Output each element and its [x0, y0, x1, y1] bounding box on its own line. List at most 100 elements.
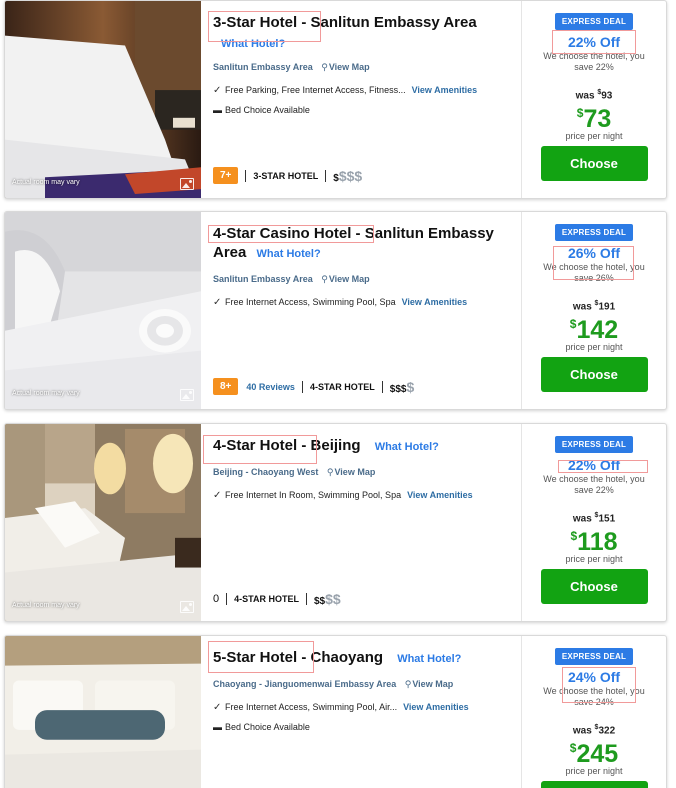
bed-icon: ▬ [213, 105, 222, 115]
hotel-title-text[interactable]: 4-Star Hotel - Beijing [213, 437, 361, 454]
save-text: save 22% [574, 62, 614, 72]
price-level-active: $$ [313, 596, 326, 607]
hotel-title[interactable]: 5-Star Hotel - Chaoyang What Hotel? [213, 648, 519, 669]
price-level-active: $ [333, 172, 339, 184]
bed-icon: ▬ [213, 722, 222, 732]
view-amenities-link[interactable]: View Amenities [407, 490, 473, 500]
room-photo-2 [5, 212, 201, 409]
check-icon: ✓ [213, 702, 222, 713]
view-map-link[interactable]: ⚲View Map [327, 467, 375, 477]
price-level-inactive: $$ [325, 591, 341, 607]
deal-price: $118 [522, 524, 666, 555]
hotel-photo[interactable]: Actual room may vary [5, 424, 201, 621]
bed-choice-text: Bed Choice Available [225, 722, 310, 732]
guest-score-badge: 8+ [213, 378, 239, 395]
view-amenities-link[interactable]: View Amenities [402, 297, 468, 307]
photo-caption: Actual room may vary [12, 602, 80, 609]
hotel-card[interactable]: Actual room may vary 3-Star Hotel - Sanl… [4, 0, 667, 199]
view-amenities-link[interactable]: View Amenities [412, 85, 478, 95]
what-hotel-link[interactable]: What Hotel? [375, 441, 439, 453]
photo-caption: Actual room may vary [12, 179, 80, 186]
room-photo-1 [5, 1, 201, 198]
what-hotel-link[interactable]: What Hotel? [221, 38, 285, 50]
hotel-title-text[interactable]: 5-Star Hotel - Chaoyang [213, 649, 383, 666]
gallery-icon[interactable] [180, 178, 194, 190]
view-map-label[interactable]: View Map [329, 274, 370, 284]
reviews-link[interactable]: 40 Reviews [246, 382, 295, 392]
original-price: was $93 [522, 89, 666, 101]
now-price: 73 [583, 105, 612, 134]
amenities-line: ✓ Free Internet Access, Swimming Pool, Sp… [213, 297, 519, 308]
star-rating-label: 4-STAR HOTEL [309, 381, 375, 392]
amenities-text: Free Internet In Room, Swimming Pool, Sp… [225, 490, 402, 500]
per-night-label: price per night [565, 766, 623, 777]
save-text: save 22% [574, 485, 614, 495]
choose-button[interactable]: Choose [540, 357, 648, 393]
choose-button[interactable]: Choose [540, 781, 648, 788]
hotel-card[interactable]: Actual room may vary 4-Star Casino Hotel… [4, 211, 667, 410]
view-map-link[interactable]: ⚲View Map [321, 62, 369, 72]
choose-button[interactable]: Choose [540, 146, 648, 182]
per-night-label: price per night [565, 342, 623, 353]
hotel-title[interactable]: 4-Star Casino Hotel - Sanlitun Embassy A… [213, 224, 519, 264]
choose-note: We choose the hotel, you save 26% [522, 262, 666, 284]
discount-label: 22% Off [567, 34, 621, 50]
view-map-link[interactable]: ⚲View Map [321, 274, 369, 284]
hotel-footer: 7+ 3-STAR HOTEL $$$$ [213, 167, 362, 184]
check-icon: ✓ [213, 297, 222, 308]
hotel-card[interactable]: Actual room may vary 4-Star Hotel - Beij… [4, 423, 667, 622]
location-text: Sanlitun Embassy Area [213, 274, 313, 284]
hotel-photo[interactable] [5, 636, 201, 788]
what-hotel-link[interactable]: What Hotel? [397, 653, 461, 665]
hotel-title-text[interactable]: 3-Star Hotel - Sanlitun Embassy Area [213, 14, 477, 31]
view-amenities-link[interactable]: View Amenities [403, 702, 469, 712]
photo-caption: Actual room may vary [12, 390, 80, 397]
view-map-link[interactable]: ⚲View Map [405, 679, 453, 689]
per-night-label: price per night [565, 131, 623, 142]
now-price: 245 [576, 740, 619, 769]
check-icon: ✓ [213, 85, 222, 96]
view-map-label[interactable]: View Map [412, 679, 453, 689]
hotel-footer: 8+ 40 Reviews 4-STAR HOTEL $$$$ [213, 378, 414, 395]
choose-note: We choose the hotel, you save 24% [522, 686, 666, 708]
hotel-title[interactable]: 4-Star Hotel - Beijing What Hotel? [213, 436, 519, 457]
express-deal-badge: EXPRESS DEAL [554, 436, 634, 453]
price-level-active: $$$ [389, 383, 407, 395]
price-level-inactive: $$$ [338, 167, 363, 184]
hotel-photo[interactable]: Actual room may vary [5, 212, 201, 409]
divider [305, 593, 307, 605]
discount-label: 24% Off [567, 669, 621, 685]
bed-choice-line: ▬ Bed Choice Available [213, 722, 519, 732]
deal-price: $245 [522, 736, 666, 769]
price-level: $$$$ [333, 168, 362, 184]
price-level: $$$$ [390, 379, 414, 395]
hotel-title-text[interactable]: 4-Star Casino Hotel - Sanlitun Embassy A… [213, 225, 494, 261]
hotel-card[interactable]: 5-Star Hotel - Chaoyang What Hotel? Chao… [4, 635, 667, 788]
original-price: was $322 [522, 724, 666, 736]
view-map-label[interactable]: View Map [334, 467, 375, 477]
divider [381, 380, 383, 393]
gallery-icon[interactable] [180, 601, 194, 613]
was-label: was [572, 301, 592, 313]
choose-note: We choose the hotel, you save 22% [522, 474, 666, 496]
choose-button[interactable]: Choose [540, 569, 648, 605]
gallery-icon[interactable] [180, 389, 194, 401]
what-hotel-link[interactable]: What Hotel? [257, 248, 321, 260]
amenities-text: Free Internet Access, Swimming Pool, Spa [225, 297, 396, 307]
was-price: 191 [598, 301, 616, 313]
price-level: $$$$ [314, 591, 341, 607]
view-map-label[interactable]: View Map [329, 62, 370, 72]
per-night-label: price per night [565, 554, 623, 565]
choose-note-text: We choose the hotel, you [543, 262, 645, 272]
location-line: Sanlitun Embassy Area ⚲View Map [213, 62, 519, 73]
map-pin-icon: ⚲ [326, 467, 334, 477]
hotel-title[interactable]: 3-Star Hotel - Sanlitun Embassy Area [213, 13, 519, 32]
was-label: was [572, 513, 592, 525]
hotel-photo[interactable]: Actual room may vary [5, 1, 201, 198]
guest-score: 0 [213, 593, 220, 605]
location-line: Beijing - Chaoyang West ⚲View Map [213, 467, 519, 478]
star-rating-label: 3-STAR HOTEL [253, 170, 319, 181]
choose-note-text: We choose the hotel, you [543, 686, 645, 696]
bed-choice-text: Bed Choice Available [225, 105, 310, 115]
amenities-text: Free Internet Access, Swimming Pool, Air… [225, 702, 398, 712]
